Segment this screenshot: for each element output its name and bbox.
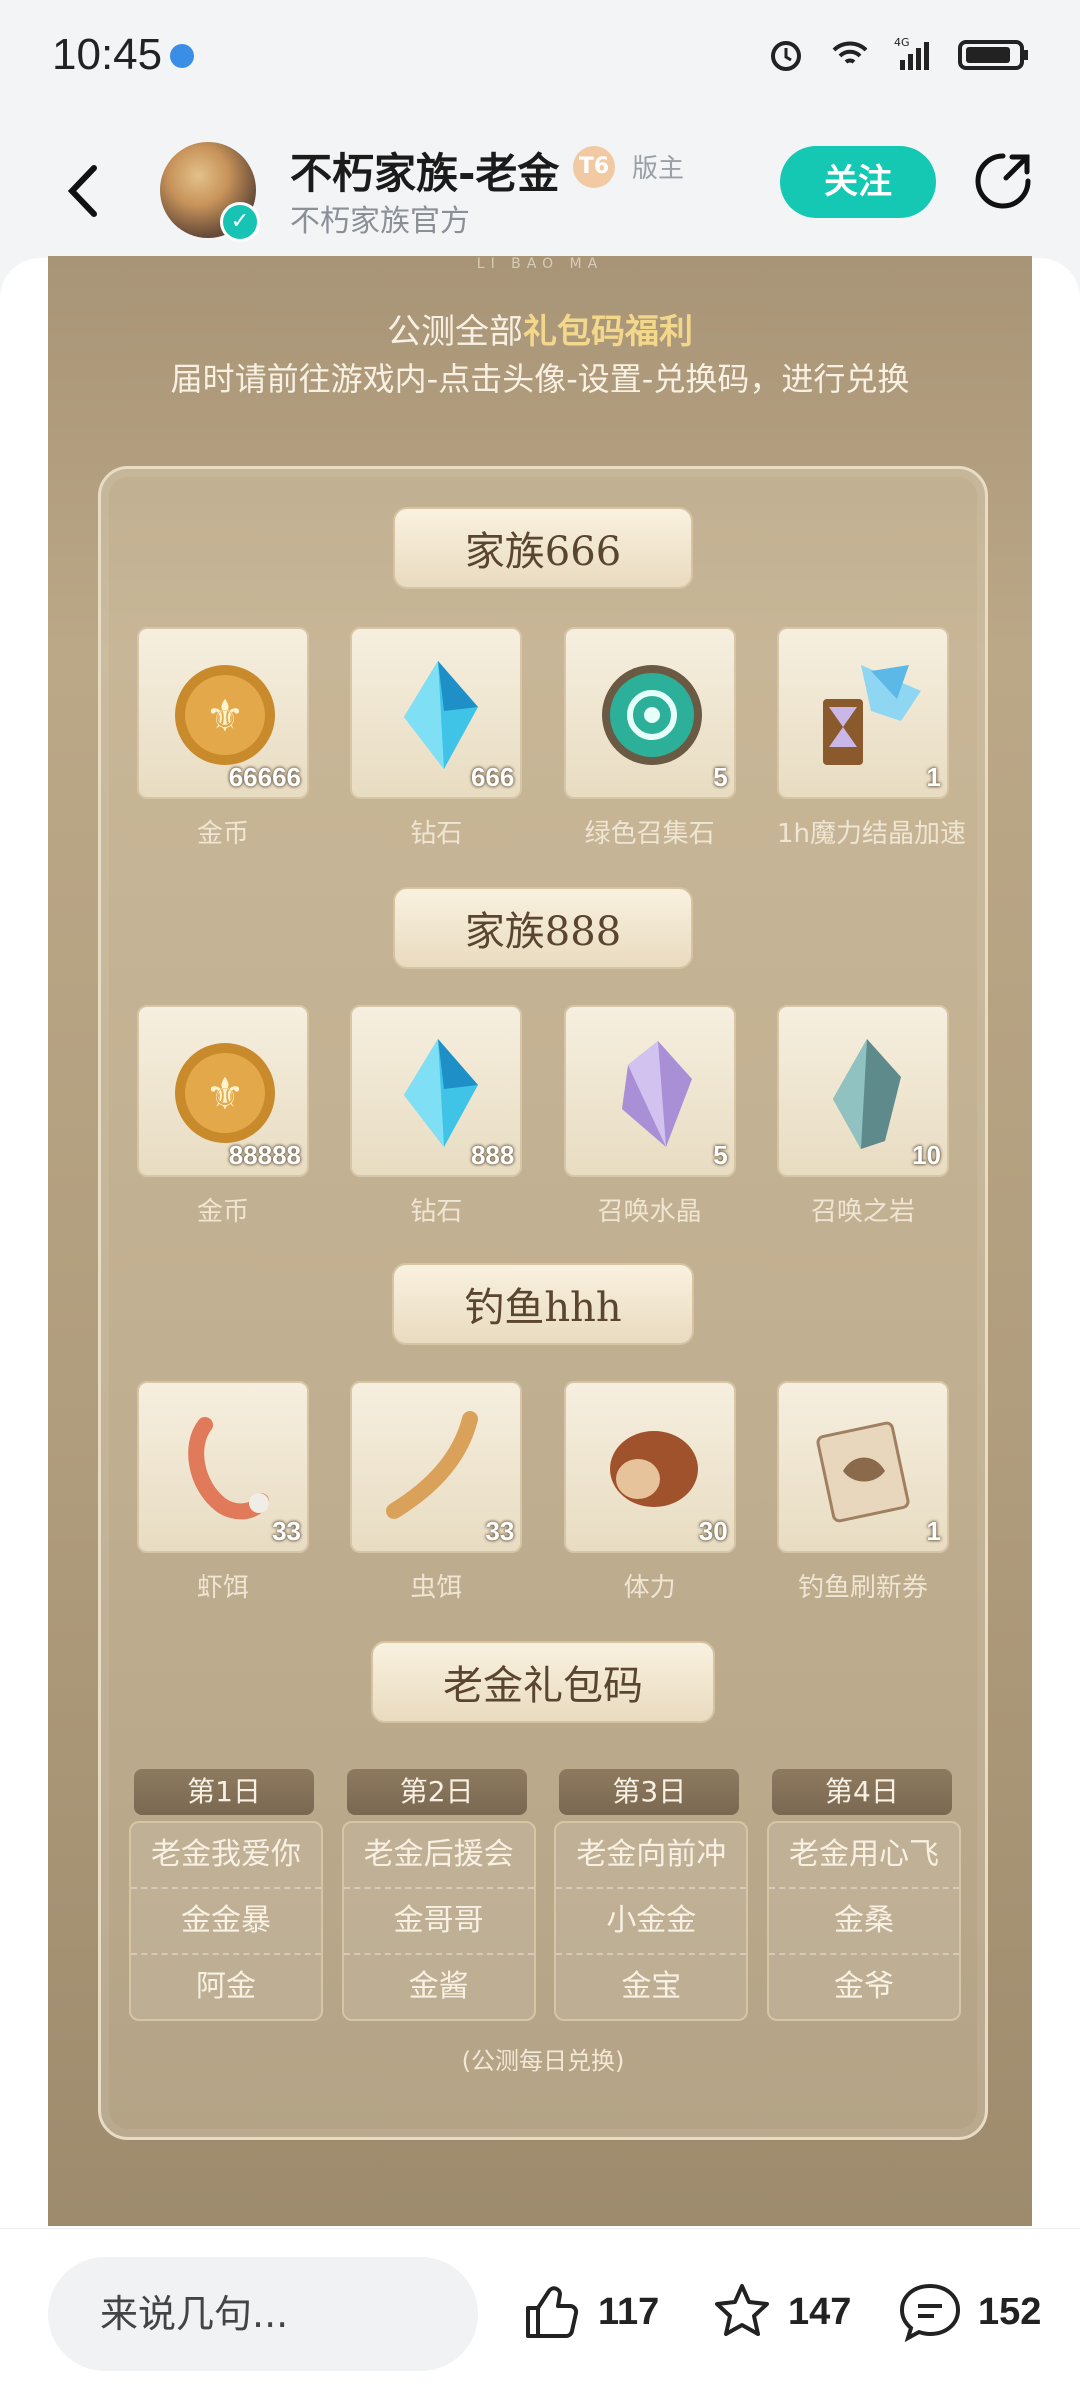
gold-coin-icon: ⚜	[175, 1043, 275, 1143]
notification-icon	[170, 44, 194, 68]
day-tag: 第4日	[771, 1769, 952, 1815]
gift-code: 金爷	[833, 1969, 894, 2004]
reward-item: 666 钻石	[350, 627, 523, 850]
comment-placeholder: 来说几句...	[100, 2292, 289, 2336]
gift-code: 老金后援会	[343, 1823, 534, 1889]
comment-icon	[899, 2283, 961, 2343]
day-tag: 第2日	[346, 1769, 527, 1815]
hourglass-crystal-icon	[822, 665, 921, 765]
diamond-icon	[404, 661, 479, 769]
code-day-column: 第4日 老金用心飞 金桑 金爷	[766, 1769, 961, 2021]
reward-row: ⚜ 88888 金币 888 钻石 5 召唤水晶 10 召唤之岩	[137, 1005, 949, 1228]
reward-item: 30 体力	[563, 1381, 736, 1604]
promo-title-highlight: 礼包码福利	[523, 312, 693, 352]
section-title: 家族888	[101, 887, 985, 969]
reward-item: 5 绿色召集石	[563, 627, 736, 850]
post-header: ✓ 不朽家族-老金 T6 版主 不朽家族官方 关注	[0, 116, 1080, 266]
svg-text:⚜: ⚜	[205, 1069, 244, 1120]
footer-note: (公测每日兑换)	[461, 2047, 625, 2075]
green-summon-stone-icon	[601, 665, 702, 765]
share-button[interactable]	[970, 148, 1036, 214]
back-button[interactable]	[50, 156, 120, 226]
reward-item: ⚜ 88888 金币	[137, 1005, 309, 1228]
bread-stamina-icon	[609, 1431, 698, 1507]
alarm-icon	[771, 41, 801, 71]
reward-item: 1 1h魔力结晶加速	[776, 627, 966, 850]
wifi-icon	[832, 41, 868, 64]
favorite-count: 147	[788, 2290, 852, 2333]
comment-input[interactable]: 来说几句...	[48, 2257, 478, 2371]
promo-title: 公测全部礼包码福利	[48, 304, 1032, 353]
section-title: 家族666	[101, 507, 985, 589]
thumbs-up-icon	[526, 2286, 579, 2338]
gift-code: 金哥哥	[343, 1889, 534, 1955]
reward-item: 33 虾饵	[137, 1381, 309, 1604]
day-tag: 第3日	[559, 1769, 740, 1815]
reward-item: 1 钓鱼刷新券	[776, 1381, 949, 1604]
svg-text:⚜: ⚜	[205, 691, 244, 742]
codes-section-title: 老金礼包码	[101, 1641, 985, 1723]
section-title: 钓鱼hhh	[101, 1263, 985, 1345]
role-label: 版主	[632, 154, 685, 184]
bottom-action-bar: 来说几句... 117 147 152	[0, 2228, 1080, 2401]
gift-code-table: 第1日 老金我爱你 金金暴 阿金 第2日 老金后援会 金哥哥 金酱 第3日 老金…	[129, 1769, 961, 2021]
code-day-column: 第1日 老金我爱你 金金暴 阿金	[129, 1769, 323, 2021]
summon-crystal-icon	[621, 1041, 692, 1147]
diamond-icon	[404, 1039, 479, 1147]
reward-item: 5 召唤水晶	[563, 1005, 736, 1228]
follow-button[interactable]: 关注	[780, 146, 936, 218]
day-tag: 第1日	[134, 1769, 314, 1815]
gift-code: 小金金	[556, 1889, 747, 1955]
worm-bait-icon	[386, 1411, 479, 1519]
reward-item: 33 虫饵	[350, 1381, 523, 1604]
author-subtitle: 不朽家族官方	[290, 204, 470, 239]
gold-coin-icon: ⚜	[175, 665, 275, 765]
gift-code: 金桑	[768, 1889, 959, 1955]
battery-icon	[958, 40, 1028, 70]
network-label: 4G	[894, 36, 910, 49]
gift-code: 老金我爱你	[131, 1823, 321, 1889]
reward-item: 10 召唤之岩	[776, 1005, 949, 1228]
shrimp-bait-icon	[188, 1417, 269, 1520]
star-icon	[715, 2284, 769, 2336]
gift-code: 老金用心飞	[768, 1823, 959, 1889]
code-day-column: 第3日 老金向前冲 小金金 金宝	[554, 1769, 749, 2021]
reward-row: ⚜ 66666 金币 666 钻石 5 绿色召集石 1 1h魔力结晶加速	[137, 627, 966, 850]
verified-icon: ✓	[220, 202, 260, 242]
gift-code: 金宝	[621, 1969, 682, 2004]
status-icons: 4G	[766, 34, 1030, 74]
author-name[interactable]: 不朽家族-老金	[290, 140, 559, 201]
status-time: 10:45	[52, 30, 163, 79]
promo-subtitle: 届时请前往游戏内-点击头像-设置-兑换码，进行兑换	[170, 360, 910, 398]
status-bar: 10:45 4G	[0, 0, 1080, 116]
like-button[interactable]: 117	[520, 2267, 659, 2357]
promo-title-prefix: 公测全部	[387, 312, 523, 352]
comment-count: 152	[978, 2290, 1042, 2333]
poster-watermark: LI BAO MA	[476, 256, 604, 272]
reward-frame: 家族666 ⚜ 66666 金币 666 钻石 5 绿色召集石 1 1h魔力结晶加速 家族…	[98, 466, 988, 2140]
gift-code: 金金暴	[131, 1889, 321, 1955]
comment-button[interactable]: 152	[896, 2267, 1041, 2357]
code-day-column: 第2日 老金后援会 金哥哥 金酱	[341, 1769, 536, 2021]
post-image[interactable]: LI BAO MA 公测全部礼包码福利 届时请前往游戏内-点击头像-设置-兑换码…	[48, 256, 1032, 2226]
reward-item: ⚜ 66666 金币	[137, 627, 309, 850]
favorite-button[interactable]: 147	[710, 2267, 851, 2357]
gift-code: 老金向前冲	[556, 1823, 747, 1889]
reward-item: 888 钻石	[350, 1005, 523, 1228]
summon-rock-icon	[832, 1039, 901, 1149]
level-badge: T6	[573, 146, 615, 188]
gift-code: 阿金	[196, 1969, 256, 2004]
like-count: 117	[598, 2290, 660, 2333]
signal-icon: 4G	[894, 36, 929, 70]
fishing-ticket-icon	[816, 1421, 910, 1523]
gift-code: 金酱	[408, 1969, 469, 2004]
reward-row: 33 虾饵 33 虫饵 30 体力 1 钓鱼刷新券	[137, 1381, 949, 1604]
